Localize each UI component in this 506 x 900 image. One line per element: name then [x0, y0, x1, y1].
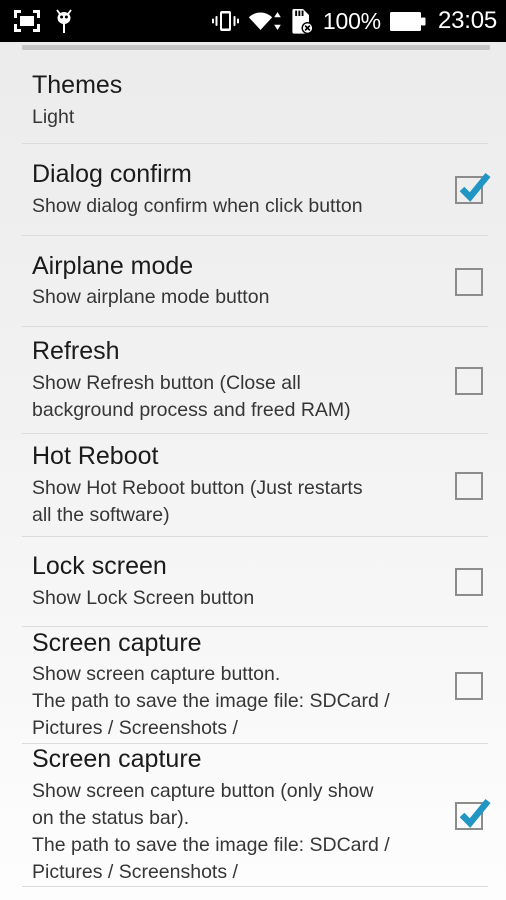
- summary-line: Light: [32, 105, 75, 128]
- preference-summary: Show Hot Reboot button (Just restarts al…: [32, 475, 418, 529]
- summary-line: Show Lock Screen button: [32, 586, 255, 609]
- checkbox-lock-screen[interactable]: [455, 568, 483, 596]
- preference-title: Hot Reboot: [32, 442, 159, 471]
- vibrate-icon: [211, 9, 239, 33]
- summary-line: Show screen capture button.: [32, 663, 281, 686]
- summary-line: Show Refresh button (Close all: [32, 371, 301, 394]
- checkbox-container-airplane-mode[interactable]: [432, 267, 506, 296]
- battery-full-icon: [389, 11, 426, 31]
- checkbox-container-lock-screen[interactable]: [432, 568, 506, 596]
- checkbox-container-dialog-confirm[interactable]: [432, 172, 506, 204]
- preference-text-refresh: Refresh Show Refresh button (Close all b…: [32, 337, 432, 423]
- checkbox-airplane-mode[interactable]: [455, 267, 483, 296]
- summary-line: The path to save the image file: SDCard …: [32, 833, 390, 856]
- preference-text-themes: Themes Light: [32, 71, 506, 130]
- preference-list[interactable]: Themes Light Dialog confirm Show dialog …: [0, 58, 506, 900]
- preference-row-airplane-mode[interactable]: Airplane mode Show airplane mode button: [0, 236, 506, 327]
- summary-line: all the software): [32, 503, 170, 526]
- sdcard-removed-icon: [291, 8, 314, 34]
- list-edge-indicator: [22, 45, 490, 50]
- checkmark-icon: [459, 798, 491, 828]
- status-bar-notification-icons: [14, 8, 74, 34]
- preference-summary: Show screen capture button (only show on…: [32, 778, 418, 886]
- preference-summary: Show dialog confirm when click button: [32, 193, 418, 220]
- screen-capture-icon: [14, 10, 40, 32]
- summary-line: Show Hot Reboot button (Just restarts: [32, 476, 363, 499]
- status-bar-system-icons: 100% 23:05: [211, 7, 497, 34]
- checkbox-container-hot-reboot[interactable]: [432, 471, 506, 500]
- list-top-edge: [0, 42, 506, 58]
- checkbox-screen-capture-status-bar[interactable]: [455, 798, 491, 830]
- checkbox-container-screen-capture-status-bar[interactable]: [432, 798, 506, 830]
- wifi-icon: [248, 9, 282, 33]
- preference-summary: Show Refresh button (Close all backgroun…: [32, 370, 418, 424]
- preference-text-screen-capture-status-bar: Screen capture Show screen capture butto…: [32, 745, 432, 885]
- row-divider: [22, 886, 488, 887]
- checkbox-hot-reboot[interactable]: [455, 471, 483, 500]
- preference-title: Themes: [32, 71, 123, 100]
- summary-line: Show airplane mode button: [32, 286, 270, 309]
- battery-percent-label: 100%: [322, 7, 381, 34]
- android-bug-icon: [54, 8, 74, 34]
- checkbox-refresh[interactable]: [455, 366, 483, 395]
- preference-row-screen-capture[interactable]: Screen capture Show screen capture butto…: [0, 627, 506, 744]
- preference-title: Airplane mode: [32, 251, 194, 280]
- summary-line: Pictures / Screenshots /: [32, 717, 238, 740]
- preference-text-dialog-confirm: Dialog confirm Show dialog confirm when …: [32, 160, 432, 219]
- preference-row-themes[interactable]: Themes Light: [0, 58, 506, 144]
- summary-line: The path to save the image file: SDCard …: [32, 690, 390, 713]
- preference-title: Refresh: [32, 337, 120, 366]
- summary-line: on the status bar).: [32, 806, 190, 829]
- preference-title: Dialog confirm: [32, 160, 192, 189]
- preference-row-lock-screen[interactable]: Lock screen Show Lock Screen button: [0, 537, 506, 627]
- checkbox-container-screen-capture[interactable]: [432, 671, 506, 700]
- summary-line: background process and freed RAM): [32, 398, 351, 421]
- preference-summary: Light: [32, 104, 492, 131]
- checkbox-dialog-confirm[interactable]: [455, 172, 491, 204]
- device-screen: 100% 23:05 Themes Light Dialog confirm S…: [0, 0, 506, 900]
- preference-text-screen-capture: Screen capture Show screen capture butto…: [32, 629, 432, 742]
- clock-label: 23:05: [437, 7, 497, 34]
- preference-row-refresh[interactable]: Refresh Show Refresh button (Close all b…: [0, 327, 506, 434]
- preference-row-screen-capture-status-bar[interactable]: Screen capture Show screen capture butto…: [0, 744, 506, 887]
- preference-title: Screen capture: [32, 745, 202, 774]
- status-bar[interactable]: 100% 23:05: [0, 0, 506, 42]
- summary-line: Pictures / Screenshots /: [32, 860, 238, 883]
- preference-row-dialog-confirm[interactable]: Dialog confirm Show dialog confirm when …: [0, 144, 506, 236]
- summary-line: Show dialog confirm when click button: [32, 194, 363, 217]
- checkbox-container-refresh[interactable]: [432, 366, 506, 395]
- preference-row-hot-reboot[interactable]: Hot Reboot Show Hot Reboot button (Just …: [0, 434, 506, 537]
- preference-title: Lock screen: [32, 552, 167, 581]
- preference-summary: Show screen capture button. The path to …: [32, 661, 418, 742]
- preference-summary: Show Lock Screen button: [32, 585, 418, 612]
- preference-title: Screen capture: [32, 628, 202, 657]
- preference-summary: Show airplane mode button: [32, 284, 418, 311]
- preference-text-lock-screen: Lock screen Show Lock Screen button: [32, 552, 432, 611]
- preference-text-hot-reboot: Hot Reboot Show Hot Reboot button (Just …: [32, 442, 432, 528]
- preference-text-airplane-mode: Airplane mode Show airplane mode button: [32, 252, 432, 311]
- checkmark-icon: [459, 172, 491, 202]
- checkbox-screen-capture[interactable]: [455, 671, 483, 700]
- summary-line: Show screen capture button (only show: [32, 779, 374, 802]
